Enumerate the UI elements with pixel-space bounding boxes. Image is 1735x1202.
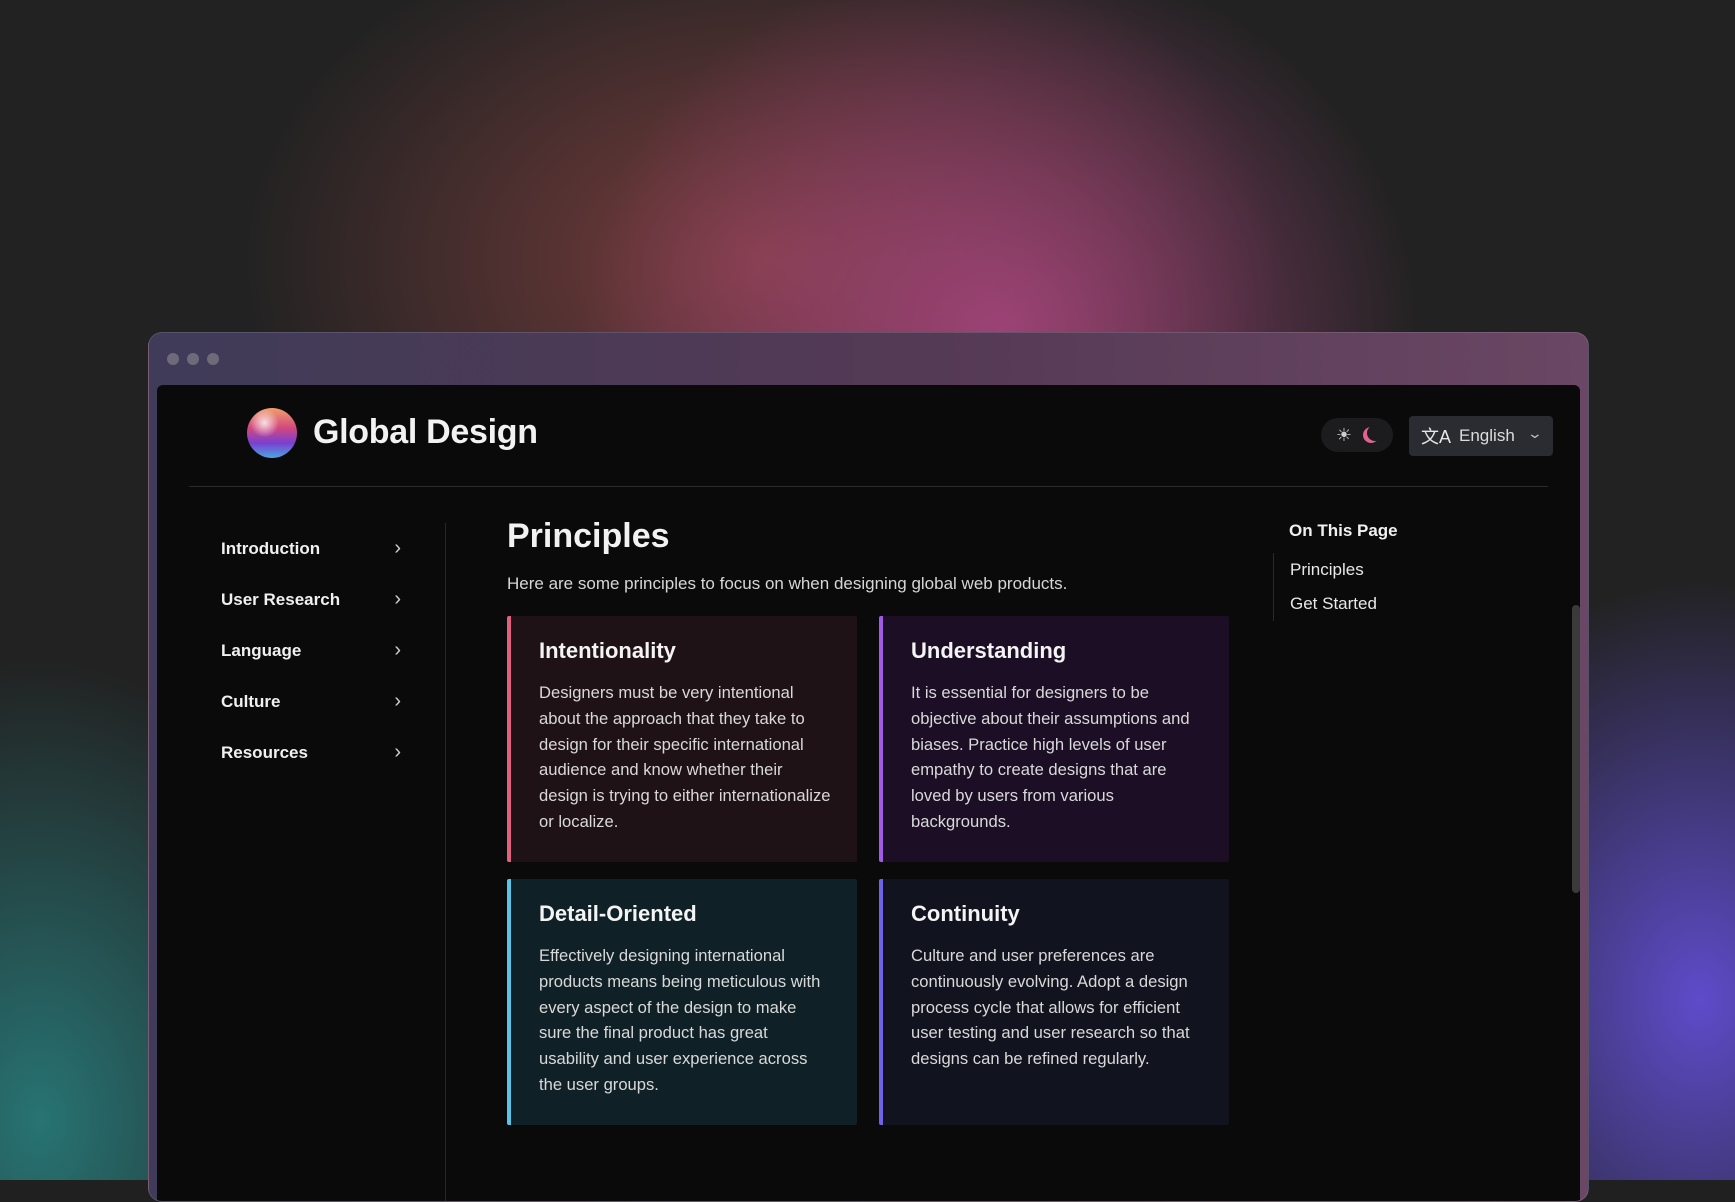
- theme-toggle[interactable]: ☀: [1321, 418, 1393, 452]
- sidebar-item-label: Culture: [221, 691, 281, 711]
- site-header: Global Design ☀ 文A English ⌄: [189, 385, 1553, 487]
- page-title: Principles: [507, 517, 670, 555]
- sidebar-nav: Introduction › User Research › Language …: [221, 523, 401, 778]
- sidebar-item-resources[interactable]: Resources ›: [221, 727, 401, 778]
- moon-icon[interactable]: [1367, 425, 1383, 441]
- browser-window: Global Design ☀ 文A English ⌄ Introductio…: [148, 332, 1589, 1202]
- chevron-down-icon: ⌄: [1526, 425, 1544, 441]
- card-title: Understanding: [911, 638, 1067, 663]
- sidebar-item-user-research[interactable]: User Research ›: [221, 574, 401, 625]
- toc-title: On This Page: [1289, 521, 1398, 540]
- card-body: Designers must be very intentional about…: [539, 683, 831, 831]
- card-body: Culture and user preferences are continu…: [911, 946, 1190, 1069]
- translate-icon: 文A: [1421, 427, 1452, 447]
- card-title: Continuity: [911, 901, 1020, 926]
- sidebar-item-label: User Research: [221, 589, 341, 609]
- language-value: English: [1459, 426, 1515, 445]
- language-select[interactable]: 文A English ⌄: [1409, 416, 1553, 456]
- window-dot-maximize[interactable]: [207, 353, 219, 365]
- principle-card-intentionality: Intentionality Designers must be very in…: [507, 616, 857, 862]
- window-controls: [167, 353, 219, 365]
- sidebar-item-label: Resources: [221, 742, 308, 762]
- page-scrollbar[interactable]: [1572, 605, 1580, 893]
- window-dot-close[interactable]: [167, 353, 179, 365]
- sidebar-item-culture[interactable]: Culture ›: [221, 676, 401, 727]
- principle-card-understanding: Understanding It is essential for design…: [879, 616, 1229, 862]
- card-body: Effectively designing international prod…: [539, 946, 821, 1094]
- sun-icon[interactable]: ☀: [1336, 426, 1352, 444]
- site-brand[interactable]: Global Design: [313, 413, 538, 452]
- toc-link-principles[interactable]: Principles: [1290, 553, 1489, 587]
- globe-logo-icon[interactable]: [247, 408, 297, 458]
- sidebar-item-label: Introduction: [221, 538, 321, 558]
- chevron-right-icon: ›: [394, 639, 401, 661]
- principle-card-continuity: Continuity Culture and user preferences …: [879, 879, 1229, 1125]
- toc-link-get-started[interactable]: Get Started: [1290, 587, 1489, 621]
- chevron-right-icon: ›: [394, 741, 401, 763]
- page-intro: Here are some principles to focus on whe…: [507, 574, 1068, 593]
- window-dot-minimize[interactable]: [187, 353, 199, 365]
- chevron-right-icon: ›: [394, 588, 401, 610]
- principle-cards: Intentionality Designers must be very in…: [507, 616, 1229, 1125]
- sidebar-item-language[interactable]: Language ›: [221, 625, 401, 676]
- toc-list: Principles Get Started: [1273, 553, 1489, 621]
- table-of-contents: On This Page Principles Get Started: [1273, 521, 1489, 621]
- card-body: It is essential for designers to be obje…: [911, 683, 1190, 831]
- sidebar-item-label: Language: [221, 640, 302, 660]
- chevron-right-icon: ›: [394, 690, 401, 712]
- chevron-right-icon: ›: [394, 537, 401, 559]
- sidebar-divider: [445, 523, 446, 1201]
- sidebar-item-introduction[interactable]: Introduction ›: [221, 523, 401, 574]
- principle-card-detail-oriented: Detail-Oriented Effectively designing in…: [507, 879, 857, 1125]
- card-title: Detail-Oriented: [539, 901, 697, 926]
- card-title: Intentionality: [539, 638, 676, 663]
- main-content: Principles Here are some principles to f…: [507, 517, 1229, 1125]
- app-screen: Global Design ☀ 文A English ⌄ Introductio…: [157, 385, 1580, 1201]
